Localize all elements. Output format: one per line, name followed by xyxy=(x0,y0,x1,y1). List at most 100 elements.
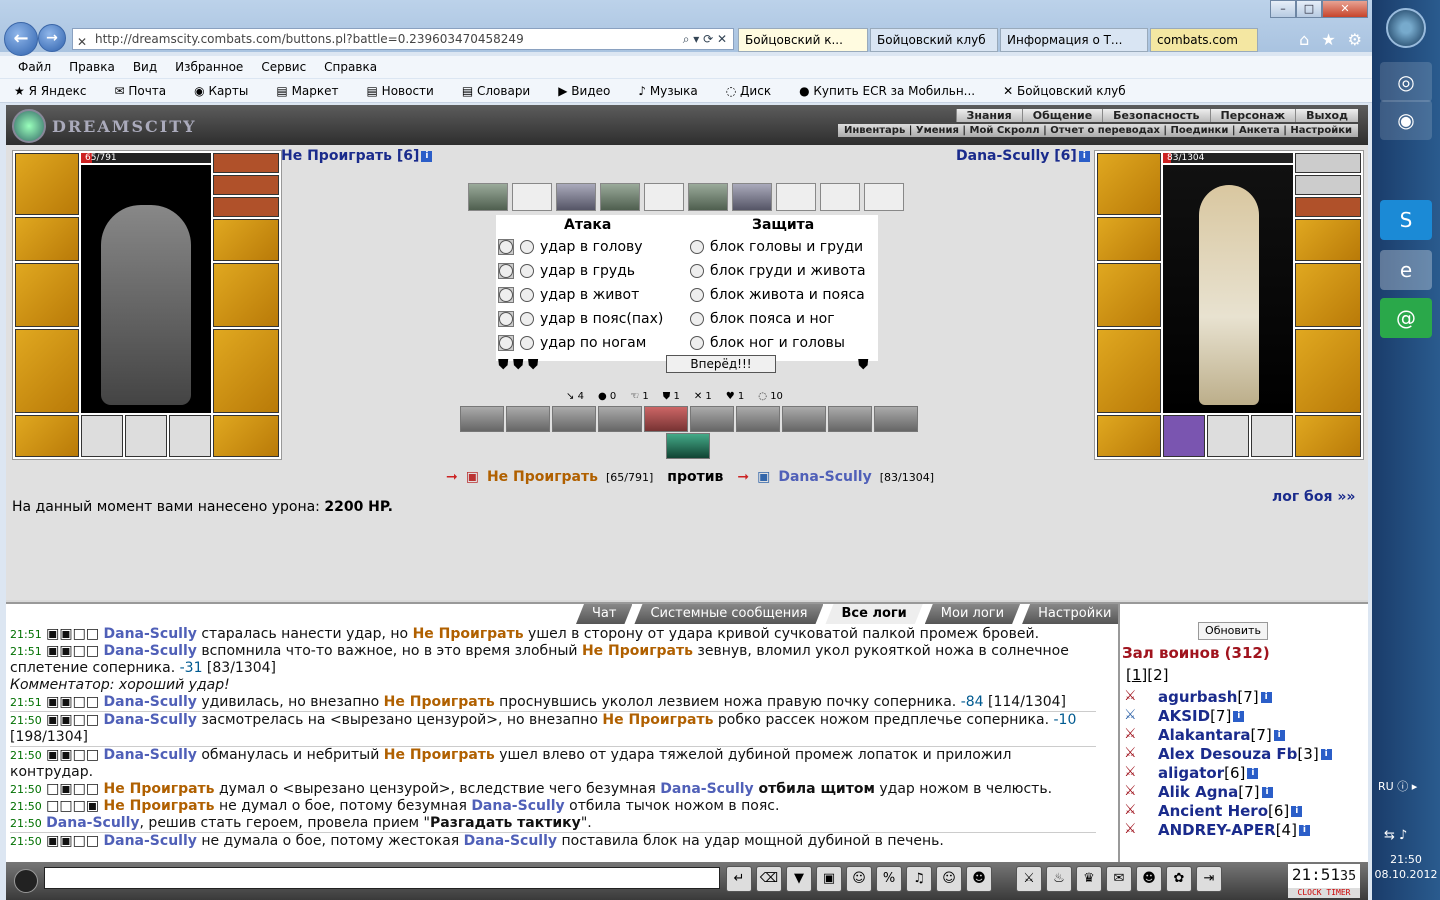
scroll-slot[interactable] xyxy=(864,183,904,211)
page-1[interactable]: 1 xyxy=(1132,666,1142,684)
fight-icon[interactable]: ⚔ xyxy=(1124,764,1137,780)
player-left-name[interactable]: Не Проиграть [6] i xyxy=(281,148,433,164)
fight-icon[interactable]: ⚔ xyxy=(1124,688,1137,704)
shield-slot[interactable] xyxy=(1295,263,1361,327)
technique-slot[interactable] xyxy=(690,406,734,432)
paw-icon[interactable]: ✿ xyxy=(1166,866,1192,892)
scroll-slot[interactable] xyxy=(600,183,640,211)
amulet-slot[interactable] xyxy=(1295,153,1361,173)
chat-mode-icon[interactable] xyxy=(14,869,38,893)
scroll-slot[interactable] xyxy=(688,183,728,211)
boots-slot[interactable] xyxy=(213,415,279,457)
sub-menu[interactable]: Инвентарь | Умения | Мой Скролл | Отчет … xyxy=(837,124,1358,137)
weapon-slot[interactable] xyxy=(1097,263,1161,327)
internet-explorer-icon[interactable]: e xyxy=(1380,250,1432,290)
ring-slot-2[interactable] xyxy=(1207,415,1249,457)
block-option-5[interactable]: блок ног и головы xyxy=(690,335,845,351)
battle-log-link[interactable]: лог боя »» xyxy=(1272,489,1355,505)
offhand-slot[interactable] xyxy=(213,263,279,327)
network-volume-icons[interactable]: ⇆ ♪ xyxy=(1384,828,1407,843)
maximize-button[interactable]: □ xyxy=(1296,0,1322,18)
refresh-button[interactable]: Обновить xyxy=(1198,622,1268,640)
skype-icon[interactable]: S xyxy=(1380,200,1432,240)
scroll-slot[interactable] xyxy=(512,183,552,211)
tab-all-logs[interactable]: Все логи xyxy=(825,604,922,624)
ring-slot-3[interactable] xyxy=(169,415,211,457)
block-option-3[interactable]: блок живота и пояса xyxy=(690,287,865,303)
mail-agent-icon[interactable]: @ xyxy=(1380,298,1432,338)
tab-chat[interactable]: Чат xyxy=(576,604,632,624)
fav-video[interactable]: ▶ Видео xyxy=(558,84,624,98)
fav-market[interactable]: ▤ Маркет xyxy=(276,84,352,98)
info-icon[interactable]: i xyxy=(1078,150,1090,162)
app-icon[interactable]: ◎ xyxy=(1380,62,1432,102)
mail-icon[interactable]: ✉ xyxy=(1106,866,1132,892)
info-icon[interactable]: i xyxy=(1273,730,1285,741)
rings-row-slot[interactable] xyxy=(1295,197,1361,217)
percent-icon[interactable]: % xyxy=(876,866,902,892)
face-icon[interactable]: ☻ xyxy=(966,866,992,892)
scroll-slot[interactable] xyxy=(820,183,860,211)
start-button[interactable] xyxy=(1386,8,1426,48)
technique-slot[interactable] xyxy=(666,433,710,459)
menu-character[interactable]: Персонаж xyxy=(1209,109,1296,122)
amulet-slot[interactable] xyxy=(213,153,279,173)
menu-file[interactable]: Файл xyxy=(18,60,51,74)
fav-music[interactable]: ♪ Музыка xyxy=(638,84,711,98)
attack-option-chest[interactable]: удар в грудь xyxy=(498,263,635,279)
search-refresh-icons[interactable]: ⌕ ▾ ⟳ ✕ xyxy=(683,29,727,49)
scroll-slot[interactable] xyxy=(644,183,684,211)
forward-button[interactable]: → xyxy=(38,24,66,52)
page-2[interactable]: 2 xyxy=(1153,666,1163,684)
menu-knowledge[interactable]: Знания xyxy=(955,109,1022,122)
attack-option-legs[interactable]: удар по ногам xyxy=(498,335,646,351)
eraser-icon[interactable]: ⌫ xyxy=(756,866,782,892)
tab-system[interactable]: Системные сообщения xyxy=(634,604,823,624)
shield-icons-left[interactable]: ⛊ ⛊ ⛊ xyxy=(498,357,538,373)
info-icon[interactable]: i xyxy=(1247,768,1259,779)
address-bar[interactable]: ✕ http://dreamscity.combats.com/buttons.… xyxy=(72,28,734,50)
menu-edit[interactable]: Правка xyxy=(69,60,115,74)
belt-slot[interactable] xyxy=(1097,415,1161,457)
back-button[interactable]: ← xyxy=(4,22,38,56)
guild-icon[interactable]: ♛ xyxy=(1076,866,1102,892)
ring-slot-3[interactable] xyxy=(1251,415,1293,457)
scroll-slot[interactable] xyxy=(732,183,772,211)
fav-yandex[interactable]: ★ Я Яндекс xyxy=(14,84,100,98)
legs-slot[interactable] xyxy=(213,329,279,413)
gloves-slot[interactable] xyxy=(1295,219,1361,261)
fav-disk[interactable]: ◌ Диск xyxy=(726,84,785,98)
weapon-icon[interactable]: ⚔ xyxy=(1016,866,1042,892)
user-entry[interactable]: agurbash[7] i xyxy=(1158,688,1272,706)
info-icon[interactable]: i xyxy=(1261,787,1273,798)
info-icon[interactable]: i xyxy=(1291,806,1303,817)
shield-icon-right[interactable]: ⛊ xyxy=(858,357,869,373)
ring-slot-2[interactable] xyxy=(125,415,167,457)
boots-slot[interactable] xyxy=(1295,415,1361,457)
menu-help[interactable]: Справка xyxy=(324,60,377,74)
info-icon[interactable]: i xyxy=(421,150,433,162)
fight-icon[interactable]: ⚔ xyxy=(1124,726,1137,742)
fav-maps[interactable]: ◉ Карты xyxy=(194,84,262,98)
system-clock[interactable]: 21:50 08.10.2012 xyxy=(1372,852,1440,882)
block-option-2[interactable]: блок груди и живота xyxy=(690,263,866,279)
ring-slot-1[interactable] xyxy=(81,415,123,457)
minimize-button[interactable]: – xyxy=(1270,0,1296,18)
exit-icon[interactable]: ⇥ xyxy=(1196,866,1222,892)
fight-icon[interactable]: ⚔ xyxy=(1124,707,1137,723)
menu-tools[interactable]: Сервис xyxy=(261,60,306,74)
rings-row-slot[interactable] xyxy=(213,197,279,217)
block-option-1[interactable]: блок головы и груди xyxy=(690,239,863,255)
technique-slot[interactable] xyxy=(506,406,550,432)
technique-slot[interactable] xyxy=(460,406,504,432)
scroll-slot[interactable] xyxy=(468,183,508,211)
menu-favorites[interactable]: Избранное xyxy=(175,60,243,74)
bracers-slot[interactable] xyxy=(15,217,79,261)
ring-slot-1[interactable] xyxy=(1163,415,1205,457)
vs-left-name[interactable]: Не Проиграть xyxy=(487,469,598,485)
technique-slot[interactable] xyxy=(828,406,872,432)
technique-slot[interactable] xyxy=(782,406,826,432)
user-entry[interactable]: ANDREY-APER[4] i xyxy=(1158,821,1310,839)
go-button[interactable]: Вперёд!!! xyxy=(666,355,776,373)
filter-icon[interactable]: ▼ xyxy=(786,866,812,892)
